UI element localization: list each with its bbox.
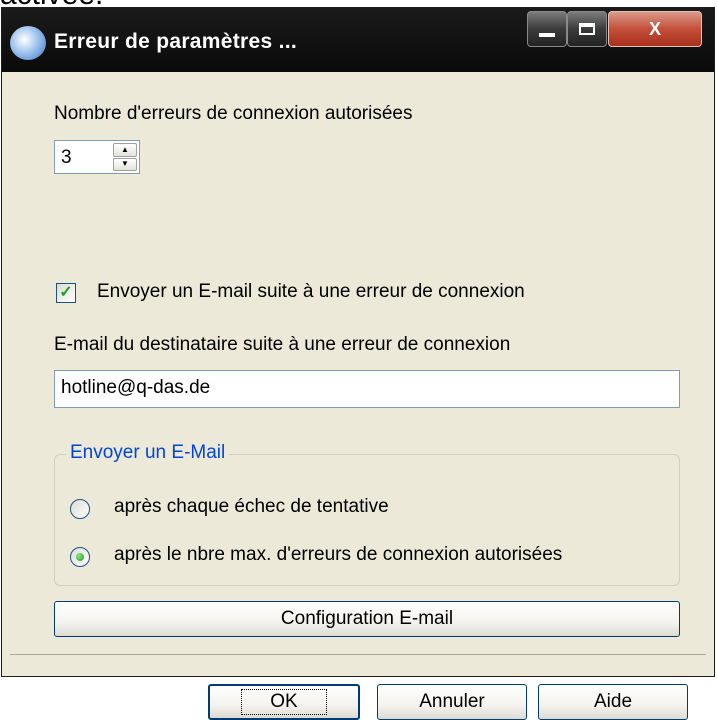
- close-button[interactable]: X: [608, 11, 702, 47]
- recipient-email-input[interactable]: hotline@q-das.de: [54, 370, 680, 408]
- window-title: Erreur de paramètres ...: [54, 30, 297, 53]
- radio-each-failure-label[interactable]: après chaque échec de tentative: [114, 496, 389, 518]
- send-email-group-title: Envoyer un E-Mail: [66, 442, 230, 464]
- arrow-down-icon: ▼: [121, 159, 129, 169]
- help-button[interactable]: Aide: [538, 684, 688, 720]
- arrow-up-icon: ▲: [121, 144, 129, 154]
- maximize-button[interactable]: [567, 11, 607, 47]
- dialog-window: Erreur de paramètres ... X Nombre d'erre…: [1, 7, 715, 720]
- stepper-buttons: ▲ ▼: [113, 143, 137, 171]
- app-globe-icon: [10, 26, 46, 60]
- dialog-content: Nombre d'erreurs de connexion autorisées…: [10, 72, 706, 720]
- max-errors-stepper[interactable]: 3 ▲ ▼: [54, 140, 140, 174]
- radio-max-errors-label[interactable]: après le nbre max. d'erreurs de connexio…: [114, 544, 562, 566]
- max-errors-label: Nombre d'erreurs de connexion autorisées: [54, 103, 413, 124]
- max-errors-value[interactable]: 3: [61, 147, 72, 169]
- cancel-button[interactable]: Annuler: [377, 684, 527, 720]
- checkmark-icon: ✓: [59, 284, 73, 301]
- send-email-checkbox[interactable]: ✓: [56, 283, 76, 303]
- ok-button-label: OK: [241, 689, 327, 715]
- footer-separator: [10, 654, 706, 655]
- email-configuration-button[interactable]: Configuration E-mail: [54, 601, 680, 637]
- ok-button[interactable]: OK: [208, 684, 360, 720]
- minimize-button[interactable]: [527, 11, 567, 47]
- title-bar[interactable]: Erreur de paramètres ... X: [2, 8, 714, 72]
- minimize-icon: [539, 33, 555, 37]
- radio-each-failure[interactable]: [70, 499, 90, 519]
- stepper-up-button[interactable]: ▲: [113, 143, 137, 157]
- close-icon: X: [648, 18, 661, 39]
- maximize-icon: [579, 23, 595, 35]
- send-email-groupbox: [54, 454, 680, 586]
- send-email-checkbox-label[interactable]: Envoyer un E-mail suite à une erreur de …: [97, 281, 525, 303]
- radio-max-errors[interactable]: [70, 547, 90, 567]
- recipient-label: E-mail du destinataire suite à une erreu…: [54, 334, 511, 355]
- stepper-down-button[interactable]: ▼: [113, 157, 137, 171]
